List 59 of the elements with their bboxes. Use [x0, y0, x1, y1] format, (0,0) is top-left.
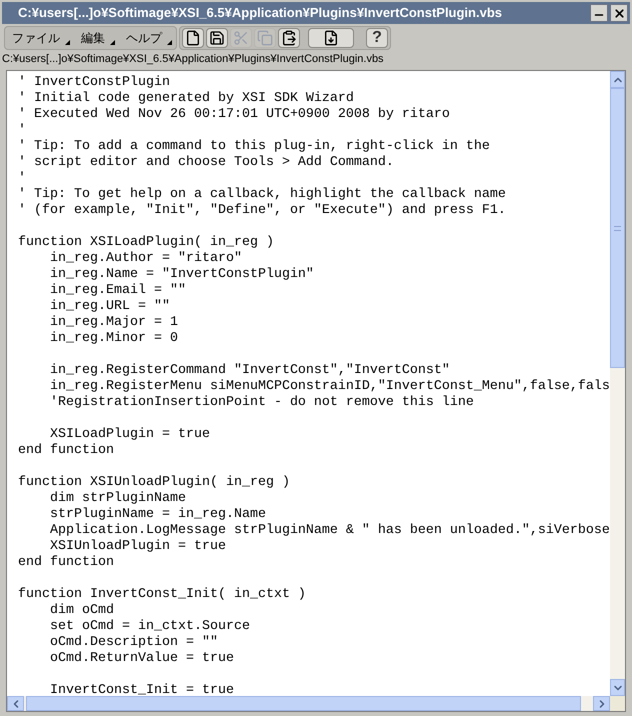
code-line: Application.LogMessage strPluginName & " has been unloaded.",siVerbose: [48, 523, 610, 539]
code-line: ': [18, 171, 27, 187]
menu-item[interactable]: ファイル: [5, 27, 74, 49]
minimize-button[interactable]: [590, 4, 608, 22]
scroll-down-button[interactable]: [610, 679, 625, 696]
code-line: in_reg.Major = 1: [48, 315, 179, 331]
code-line: ' Executed Wed Nov 26 00:17:01 UTC+0900 2008 by ritaro: [18, 107, 451, 123]
code-line: ' Tip: To get help on a callback, highlight the callback name: [18, 187, 507, 203]
toolbar-button[interactable]: [278, 28, 300, 48]
code-line: XSIUnloadPlugin = true: [48, 539, 227, 555]
close-button[interactable]: [610, 4, 628, 22]
code-line: end function: [18, 555, 115, 571]
code-line: in_reg.Author = "ritaro": [48, 251, 243, 267]
scroll-up-button[interactable]: [610, 71, 625, 88]
menu-item[interactable]: ヘルプ: [119, 27, 176, 49]
file-path: C:¥users[...]o¥Softimage¥XSI_6.5¥Application¥Plugins¥InvertConstPlugin.vbs: [1, 52, 385, 66]
code-line: 'RegistrationInsertionPoint - do not remove this line: [48, 395, 475, 411]
code-line: ' script editor and choose Tools > Add Command.: [18, 155, 395, 171]
code-line: ': [18, 123, 27, 139]
code-line: in_reg.RegisterMenu siMenuMCPConstrainID,"InvertConst_Menu",false,fals: [48, 379, 610, 395]
code-line: ' Tip: To add a command to this plug-in, right-click in the: [18, 139, 491, 155]
toolbar-button[interactable]: [308, 28, 354, 48]
floppy-icon: [209, 30, 225, 46]
code-line: ' InvertConstPlugin: [18, 75, 171, 91]
window-title: C:¥users[...]o¥Softimage¥XSI_6.5¥Application¥Plugins¥InvertConstPlugin.vbs: [18, 4, 502, 22]
code-line: function XSILoadPlugin( in_reg ): [18, 235, 275, 251]
code-line: in_reg.Minor = 0: [48, 331, 179, 347]
scissors-icon: [233, 30, 249, 46]
code-line: in_reg.Name = "InvertConstPlugin": [48, 267, 315, 283]
code-line: end function: [18, 443, 115, 459]
clipboard-icon: [281, 30, 297, 46]
menu-item[interactable]: 編集: [74, 27, 119, 49]
copy-icon: [257, 30, 273, 46]
file-icon: [185, 30, 201, 46]
close-icon: [612, 6, 626, 20]
toolbar-button[interactable]: [182, 28, 204, 48]
help-button[interactable]: ?: [366, 28, 388, 48]
code-line: set oCmd = in_ctxt.Source: [48, 619, 251, 635]
code-line: in_reg.Email = "": [48, 283, 187, 299]
code-line: in_reg.URL = "": [48, 299, 171, 315]
code-line: InvertConst_Init = true: [48, 683, 235, 696]
code-line: oCmd.ReturnValue = true: [48, 651, 235, 667]
scroll-right-button[interactable]: [593, 696, 610, 711]
code-line: ' Initial code generated by XSI SDK Wizard: [18, 91, 355, 107]
scroll-thumb[interactable]: [610, 88, 625, 368]
code-line: strPluginName = in_reg.Name: [48, 507, 267, 523]
code-line: function InvertConst_Init( in_ctxt ): [18, 587, 307, 603]
scroll-left-button[interactable]: [7, 696, 24, 711]
code-line: oCmd.Description = "": [48, 635, 219, 651]
document-arrow-icon: [323, 30, 339, 46]
code-line: dim strPluginName: [48, 491, 187, 507]
code-line: dim oCmd: [48, 603, 115, 619]
code-line: XSILoadPlugin = true: [48, 427, 211, 443]
code-line: in_reg.RegisterCommand "InvertConst","InvertConst": [48, 363, 451, 379]
code-line: ' (for example, "Init", "Define", or "Execute") and press F1.: [18, 203, 507, 219]
scrollbar-corner: [610, 696, 625, 711]
code-line: function XSIUnloadPlugin( in_reg ): [18, 475, 291, 491]
vertical-scrollbar[interactable]: [610, 71, 625, 696]
toolbar-button[interactable]: [206, 28, 228, 48]
